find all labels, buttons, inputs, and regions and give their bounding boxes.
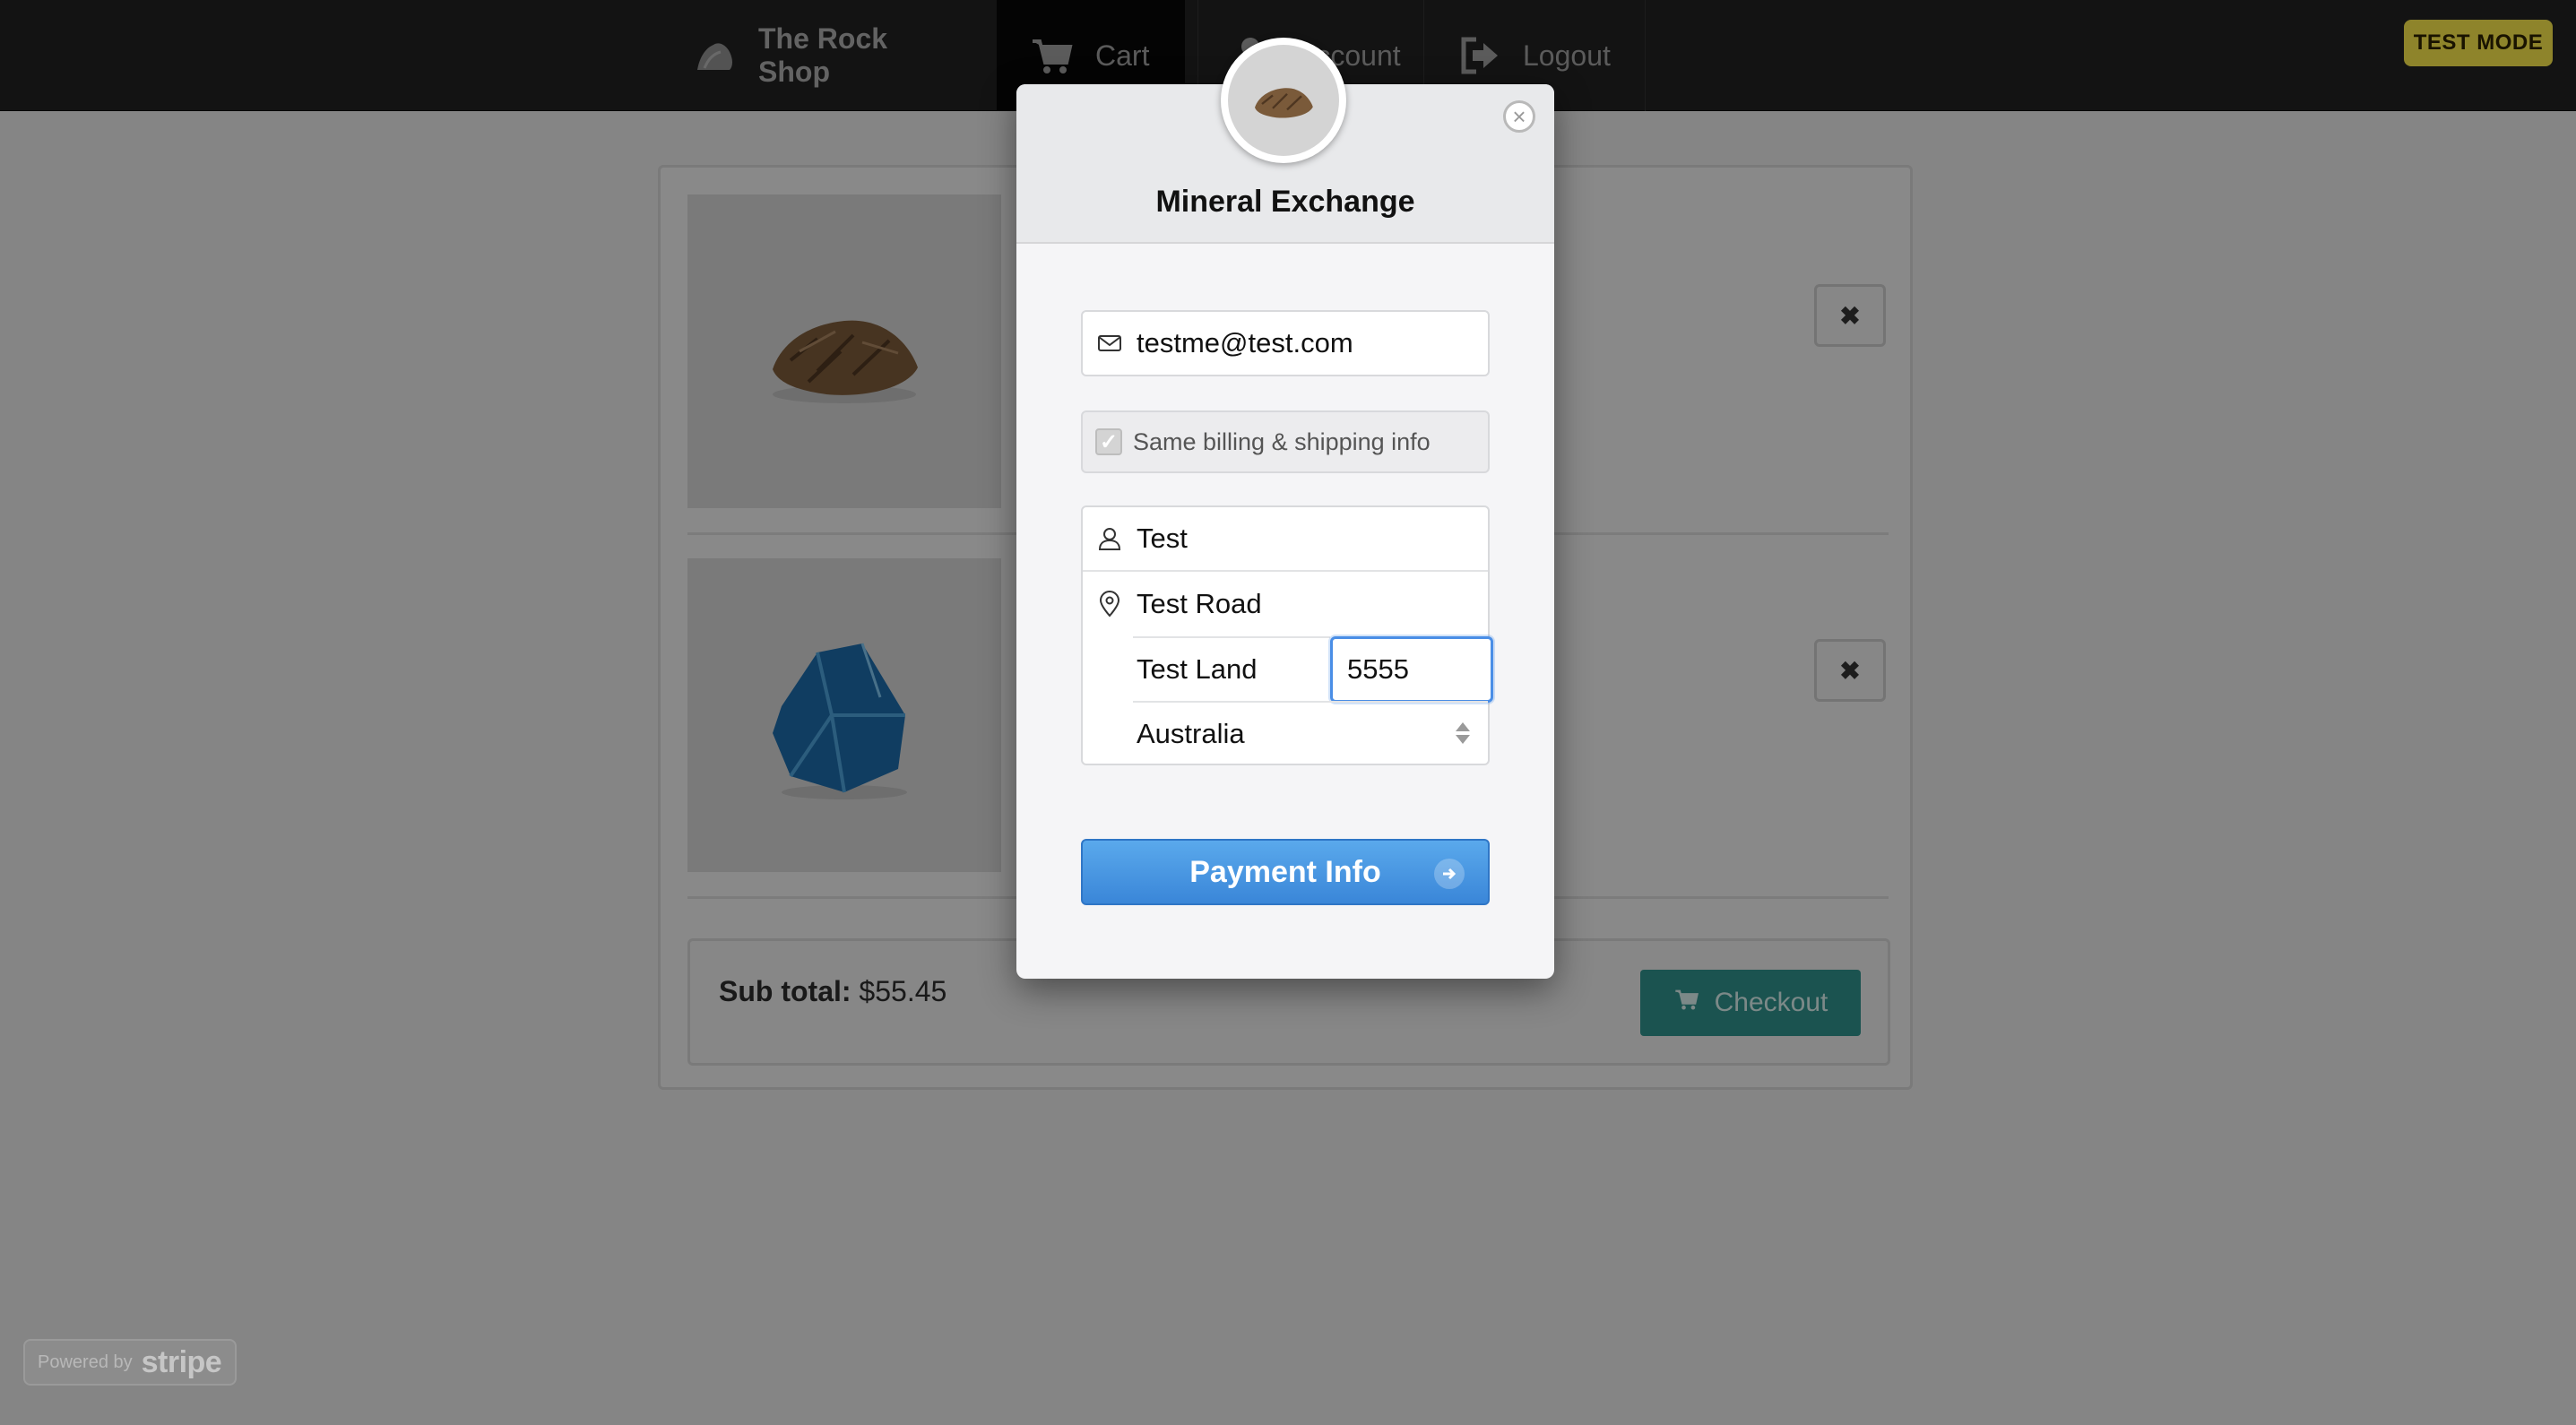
location-pin-icon: [1083, 591, 1137, 618]
merchant-logo: [1221, 38, 1346, 163]
envelope-icon: [1083, 330, 1137, 357]
same-billing-checkbox-row[interactable]: ✓ Same billing & shipping info: [1081, 410, 1490, 473]
close-icon[interactable]: ×: [1503, 100, 1535, 133]
same-billing-checkbox[interactable]: ✓: [1095, 428, 1122, 455]
modal-header: × Mineral Exchange: [1016, 38, 1554, 244]
street-value: Test Road: [1137, 588, 1262, 619]
select-arrows-icon: [1454, 722, 1472, 749]
address-fields: Test Test Road Test Land 5555 Australia: [1081, 505, 1493, 765]
country-select[interactable]: Australia: [1133, 701, 1488, 765]
zip-field[interactable]: 5555: [1330, 636, 1493, 703]
payment-info-label: Payment Info: [1189, 854, 1381, 889]
zip-value: 5555: [1347, 653, 1409, 685]
person-icon: [1083, 525, 1137, 552]
country-value: Australia: [1137, 718, 1245, 749]
name-value: Test: [1137, 522, 1188, 554]
powered-by-stripe-badge[interactable]: Powered by stripe: [23, 1339, 237, 1386]
street-field[interactable]: Test Road: [1083, 572, 1488, 636]
merchant-name: Mineral Exchange: [1155, 185, 1415, 219]
email-field[interactable]: testme@test.com: [1081, 310, 1490, 376]
stripe-checkout-modal: × Mineral Exchange testme@test.com ✓ Sam…: [1016, 38, 1554, 979]
powered-by-label: Powered by: [38, 1352, 133, 1372]
payment-info-button[interactable]: Payment Info: [1081, 839, 1490, 905]
stripe-logo: stripe: [141, 1344, 222, 1379]
same-billing-label: Same billing & shipping info: [1133, 428, 1431, 455]
city-field[interactable]: Test Land: [1133, 636, 1330, 701]
email-value: testme@test.com: [1137, 327, 1353, 358]
name-field[interactable]: Test: [1083, 507, 1488, 572]
arrow-right-icon: [1434, 859, 1465, 889]
city-value: Test Land: [1137, 653, 1258, 685]
